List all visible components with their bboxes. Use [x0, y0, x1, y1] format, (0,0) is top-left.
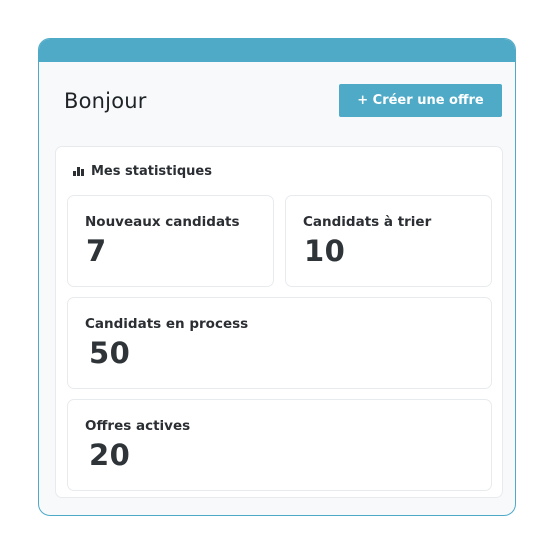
- card-top-bar: [39, 39, 515, 62]
- dashboard-card: Bonjour + Créer une offre Mes statistiqu…: [38, 38, 516, 516]
- stat-value: 10: [304, 234, 346, 268]
- page-title: Bonjour: [64, 89, 147, 113]
- create-offer-button[interactable]: + Créer une offre: [339, 84, 502, 117]
- stat-value: 20: [89, 438, 131, 472]
- stat-card-candidates-to-sort[interactable]: Candidats à trier 10: [285, 195, 492, 287]
- stats-title: Mes statistiques: [91, 164, 212, 179]
- stats-panel: Mes statistiques Nouveaux candidats 7 Ca…: [55, 146, 503, 498]
- stat-label: Offres actives: [85, 418, 191, 434]
- stat-label: Candidats à trier: [303, 214, 432, 230]
- stat-card-candidates-in-process[interactable]: Candidats en process 50: [67, 297, 492, 389]
- stat-label: Candidats en process: [85, 316, 249, 332]
- bar-chart-icon: [73, 167, 85, 176]
- stat-card-new-candidates[interactable]: Nouveaux candidats 7: [67, 195, 274, 287]
- stats-header: Mes statistiques: [73, 164, 212, 179]
- stat-card-active-offers[interactable]: Offres actives 20: [67, 399, 492, 491]
- stat-value: 7: [86, 234, 107, 268]
- stat-value: 50: [89, 336, 131, 370]
- stat-label: Nouveaux candidats: [85, 214, 240, 230]
